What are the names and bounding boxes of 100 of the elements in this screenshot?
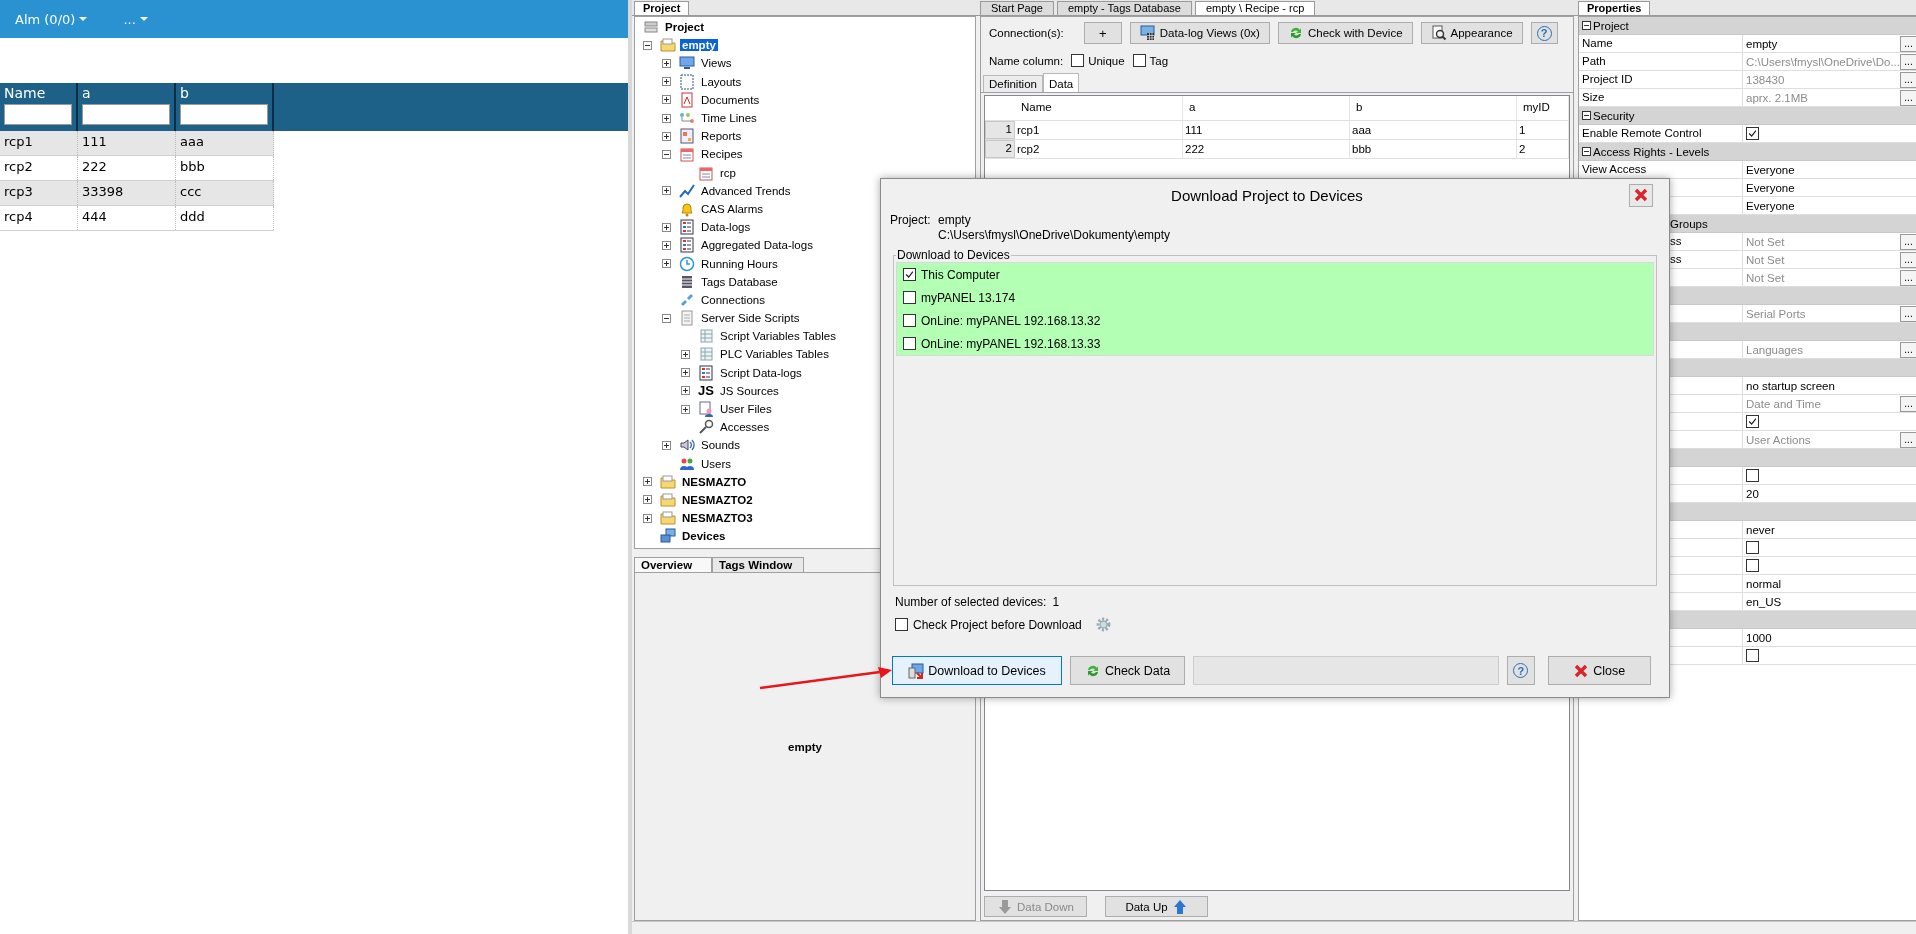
checkbox[interactable] [1746,469,1759,482]
data-button[interactable]: Data Up [1105,896,1208,917]
close-button[interactable] [1629,183,1653,207]
expand-icon[interactable] [643,513,652,523]
document-tab[interactable]: empty - Tags Database [1057,1,1192,15]
tree-item[interactable]: Project [663,21,706,34]
row-header[interactable]: 1 [985,121,1015,139]
expand-icon[interactable] [681,404,690,414]
tree-item[interactable]: NESMAZTO2 [680,493,755,506]
toolbar-button[interactable]: Appearance [1420,22,1523,44]
expand-icon[interactable] [681,368,690,378]
tree-item[interactable]: Accesses [718,421,772,434]
document-tab[interactable]: Start Page [980,1,1054,15]
expand-icon[interactable] [643,495,652,505]
tree-item[interactable]: PLC Variables Tables [718,348,831,361]
dialog-button[interactable]: Close [1547,656,1651,685]
add-button[interactable]: + [1083,22,1122,44]
checkbox[interactable] [895,618,908,631]
tree-item[interactable]: Documents [699,93,762,106]
collapse-icon[interactable] [1582,147,1591,156]
tree-item[interactable]: Tags Database [699,275,780,288]
collapse-icon[interactable] [662,149,671,159]
help-button[interactable]: ? [1530,22,1558,44]
tree-item[interactable]: Time Lines [699,112,759,125]
expand-icon[interactable] [643,477,652,487]
connections-label: Connection(s): [989,27,1064,39]
tree-item[interactable]: Reports [699,130,744,143]
tree-item[interactable]: Sounds [699,439,742,452]
panel-tab[interactable]: Properties [1578,1,1651,15]
panel-tab[interactable]: Project [634,1,690,15]
tree-item[interactable]: Data-logs [699,221,753,234]
tree-item[interactable]: JS Sources [718,384,781,397]
collapse-icon[interactable] [1582,21,1591,30]
expand-icon[interactable] [681,386,690,396]
tree-item[interactable]: NESMAZTO [680,475,749,488]
tree-item[interactable]: rcp [718,166,738,179]
toolbar-button[interactable]: Data-log Views (0x) [1129,22,1270,44]
checkbox[interactable] [1746,127,1759,140]
expand-icon[interactable] [662,222,671,232]
panel-tab[interactable]: Overview [634,557,712,572]
tree-item[interactable]: Advanced Trends [699,184,793,197]
checkbox[interactable] [1746,415,1759,428]
filter-field[interactable] [4,104,72,125]
device-label[interactable]: OnLine: myPANEL 192.168.13.33 [921,336,1101,351]
expand-icon[interactable] [662,77,671,87]
expand-icon[interactable] [662,440,671,450]
row-header[interactable]: 2 [985,140,1015,158]
device-label[interactable]: myPANEL 13.174 [921,290,1016,305]
tree-item[interactable]: Recipes [699,148,745,161]
tree-item[interactable]: CAS Alarms [699,202,765,215]
expand-icon[interactable] [662,259,671,269]
filter-field[interactable] [180,104,268,125]
checkbox[interactable] [1746,541,1759,554]
download-button[interactable]: Download to Devices [892,656,1062,685]
view-tab[interactable]: Definition [983,75,1043,92]
checkbox[interactable] [1071,54,1085,67]
tree-item[interactable]: Aggregated Data-logs [699,239,815,252]
expand-icon[interactable] [662,186,671,196]
tree-item[interactable]: Script Data-logs [718,366,804,379]
document-tab[interactable]: empty \ Recipe - rcp [1194,1,1316,15]
tree-item[interactable]: Script Variables Tables [718,330,838,343]
tree-item[interactable]: Connections [699,293,767,306]
filter-field[interactable] [82,104,170,125]
expand-icon[interactable] [662,58,671,68]
panel-tab[interactable]: Tags Window [712,557,804,572]
expand-icon[interactable] [662,113,671,123]
project-label: Project: [890,213,932,227]
tree-item[interactable]: Layouts [699,75,744,88]
checkbox[interactable] [903,268,916,281]
device-label[interactable]: OnLine: myPANEL 192.168.13.32 [921,313,1101,328]
toolbar-button[interactable]: Check with Device [1277,22,1413,44]
tree-item[interactable]: Server Side Scripts [699,312,802,325]
tree-item[interactable]: Views [699,57,734,70]
expand-icon[interactable] [681,349,690,359]
checkbox[interactable] [1746,649,1759,662]
checkbox[interactable] [903,291,916,304]
checkbox[interactable] [903,314,916,327]
property-label: Size [1582,91,1605,103]
view-tab[interactable]: Data [1042,73,1080,92]
checkbox[interactable] [1132,54,1146,67]
collapse-icon[interactable] [643,40,652,50]
key-icon [698,419,714,436]
tree-item[interactable]: NESMAZTO3 [680,512,755,525]
collapse-icon[interactable] [662,313,671,323]
tree-item[interactable]: Running Hours [699,257,780,270]
expand-icon[interactable] [662,95,671,105]
clock-icon [679,255,695,272]
tree-item[interactable]: empty [680,39,718,52]
tree-item[interactable]: Devices [680,530,728,543]
ellipsis-button[interactable]: ... [1900,35,1916,52]
checkbox[interactable] [903,337,916,350]
checkbox[interactable] [1746,559,1759,572]
tree-item[interactable]: Users [699,457,734,470]
dialog-button[interactable]: Check Data [1069,656,1186,685]
tree-item[interactable]: User Files [718,403,774,416]
collapse-icon[interactable] [1582,111,1591,120]
expand-icon[interactable] [662,240,671,250]
expand-icon[interactable] [662,131,671,141]
device-label[interactable]: This Computer [921,267,1000,282]
help-button[interactable]: ? [1507,656,1535,685]
